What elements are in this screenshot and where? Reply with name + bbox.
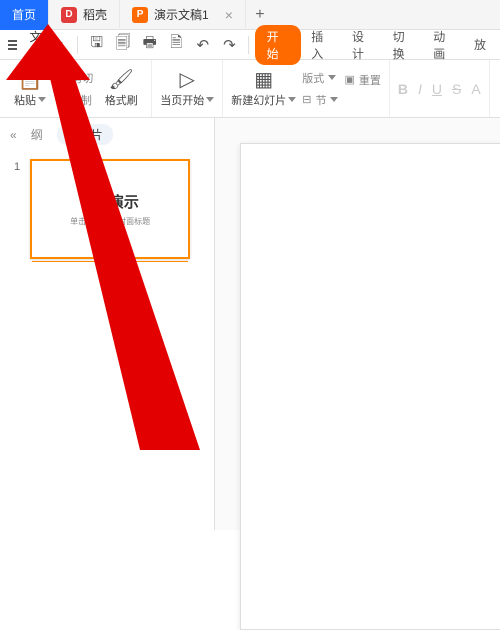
paste-label: 粘贴 [14,92,36,108]
slide-thumbnail-1[interactable]: 1 空 演示 单击输入您的封面标题 [14,159,200,259]
layout-stack: 版式 ⊟ 节 [302,70,338,108]
tab-document[interactable]: P 演示文稿1 × [120,0,246,30]
presentation-icon: P [132,7,148,23]
thumb-underline [32,261,188,263]
menu-design[interactable]: 设计 [344,28,383,62]
save-icon[interactable]: 🖫 [84,32,109,57]
font-color-button[interactable]: A [471,81,480,97]
reset-stack: ▣ 重置 [344,72,380,106]
new-slide-button[interactable]: ▦ 新建幻灯片 [231,70,296,108]
menu-animation[interactable]: 动画 [425,28,464,62]
quick-access-bar: 文件 🖫 🗐 🖶 🗎 ↶ ↷ 开始 插入 设计 切换 动画 放 [0,30,500,60]
tab-label: 演示文稿1 [154,6,209,23]
tab-label: 首页 [12,6,36,23]
format-painter-label: 格式刷 [105,92,138,108]
chevron-down-icon [55,42,63,47]
italic-button[interactable]: I [418,81,422,97]
play-icon: ▷ [180,70,195,90]
text-format-tools: B I U S A [398,81,481,97]
daoqiao-icon: D [61,7,77,23]
close-icon[interactable]: × [225,7,233,23]
thumbnail-canvas: 空 演示 单击输入您的封面标题 [30,159,190,259]
thumb-subtitle: 单击输入您的封面标题 [70,216,150,227]
paste-icon: 📋 [18,70,43,90]
workspace: « 纲 幻灯片 1 空 演示 单击输入您的封面标题 [0,118,500,530]
panel-tab-outline[interactable]: 纲 [31,126,43,143]
new-slide-label: 新建幻灯片 [231,92,286,108]
thumb-title: 空 演示 [81,191,139,212]
reset-button[interactable]: ▣ 重置 [344,72,380,88]
menu-transition[interactable]: 切换 [385,28,424,62]
format-painter-icon: 🖌 [109,70,134,90]
undo-icon[interactable]: ↶ [191,36,216,54]
font-group: B I U S A [390,60,490,117]
new-slide-icon: ▦ [254,70,273,90]
chevron-down-icon [206,97,214,102]
menu-play[interactable]: 放 [466,36,494,53]
hamburger-icon[interactable] [6,38,19,52]
print-icon[interactable]: 🖶 [137,32,162,57]
panel-tabs: « 纲 幻灯片 [0,118,214,151]
chevron-down-icon [288,97,296,102]
copy-button[interactable]: ⧉ 复制 [58,92,92,108]
format-painter-button[interactable]: 🖌 格式刷 [99,70,143,108]
file-menu-button[interactable]: 文件 [21,26,71,64]
chevron-down-icon [328,75,336,80]
slideshow-group: ▷ 当页开始 [152,60,223,117]
add-tab-button[interactable]: + [246,6,274,24]
slide-thumbnails: 1 空 演示 单击输入您的封面标题 [0,151,214,267]
cut-button[interactable]: ✂ 剪切 [58,70,93,86]
clipboard-group: 📋 粘贴 ✂ 剪切 ⧉ 复制 🖌 格式刷 [0,60,152,117]
redo-icon[interactable]: ↷ [217,36,242,54]
print-preview-icon[interactable]: 🗐 [111,32,136,57]
slide-canvas[interactable] [240,143,500,630]
section-button[interactable]: ⊟ 节 [302,92,338,108]
canvas-area [215,118,500,530]
chevron-down-icon [330,97,338,102]
strike-button[interactable]: S [452,81,461,97]
separator [77,36,78,54]
menu-start[interactable]: 开始 [255,25,302,65]
spacer [344,94,347,106]
panel-tab-slides[interactable]: 幻灯片 [57,124,113,145]
document-tab-bar: 首页 D 稻壳 P 演示文稿1 × + [0,0,500,30]
ribbon-toolbar: 📋 粘贴 ✂ 剪切 ⧉ 复制 🖌 格式刷 ▷ 当页开始 ▦ 新建幻灯片 版式 ⊟… [0,60,500,118]
start-label: 当页开始 [160,92,204,108]
file-label: 文件 [29,28,51,62]
start-from-current-button[interactable]: ▷ 当页开始 [160,70,214,108]
chevron-down-icon [38,97,46,102]
clipboard-small: ✂ 剪切 ⧉ 复制 [58,70,93,108]
collapse-panel-icon[interactable]: « [10,128,17,142]
separator [248,36,249,54]
underline-button[interactable]: U [432,81,442,97]
slide-panel: « 纲 幻灯片 1 空 演示 单击输入您的封面标题 [0,118,215,530]
tab-label: 稻壳 [83,6,107,23]
export-icon[interactable]: 🗎 [164,32,189,57]
menu-insert[interactable]: 插入 [303,28,342,62]
layout-button[interactable]: 版式 [302,70,336,86]
bold-button[interactable]: B [398,81,408,97]
slides-group: ▦ 新建幻灯片 版式 ⊟ 节 ▣ 重置 [223,60,390,117]
slide-number: 1 [14,159,20,259]
paste-button[interactable]: 📋 粘贴 [8,70,52,108]
